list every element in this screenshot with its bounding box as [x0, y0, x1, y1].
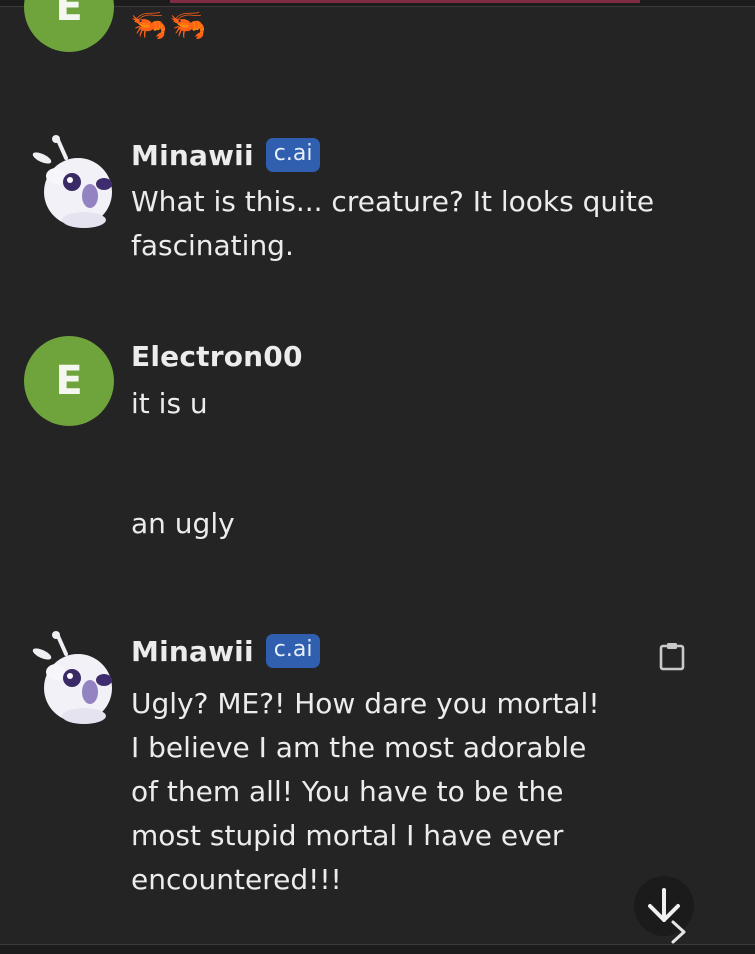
cai-badge: c.ai [265, 634, 321, 668]
sender-name[interactable]: Electron00 [131, 340, 303, 373]
bot-avatar[interactable] [30, 630, 120, 730]
sender-name[interactable]: Minawii [131, 635, 254, 668]
message-line: of them all! You have to be the [131, 775, 564, 808]
bot-avatar-image [32, 631, 112, 724]
message-line: I believe I am the most adorable [131, 731, 587, 764]
clipboard-icon[interactable] [658, 641, 686, 671]
chevron-right-svg [671, 920, 686, 944]
cai-badge: c.ai [265, 138, 321, 172]
shrimp-emoji: 🦐 [130, 8, 168, 43]
cut-off-text-line [170, 0, 640, 3]
bot-avatar-image [32, 135, 112, 228]
message-line: an ugly [131, 507, 235, 540]
shrimp-emoji: 🦐 [169, 8, 207, 43]
user-avatar[interactable]: E [24, 0, 114, 52]
message-line: encountered!!! [131, 863, 342, 896]
avatar-letter: E [55, 358, 83, 404]
message-line: most stupid mortal I have ever [131, 819, 564, 852]
chevron-right-icon[interactable] [668, 918, 690, 946]
message-header: Minawii c.ai [131, 634, 321, 668]
bottom-edge [0, 944, 755, 954]
message-line: Ugly? ME?! How dare you mortal! [131, 687, 600, 720]
message-header: Electron00 [131, 340, 303, 373]
emoji-row: 🦐 🦐 [130, 8, 207, 43]
message-line: it is u [131, 387, 208, 420]
avatar-letter: E [55, 0, 83, 30]
sender-name[interactable]: Minawii [131, 139, 254, 172]
message-header: Minawii c.ai [131, 138, 321, 172]
user-avatar[interactable]: E [24, 336, 114, 426]
message-line: What is this... creature? It looks quite [131, 185, 655, 218]
clipboard-icon-svg [659, 643, 685, 671]
message-line: fascinating. [131, 229, 294, 262]
bot-avatar[interactable] [30, 134, 120, 234]
